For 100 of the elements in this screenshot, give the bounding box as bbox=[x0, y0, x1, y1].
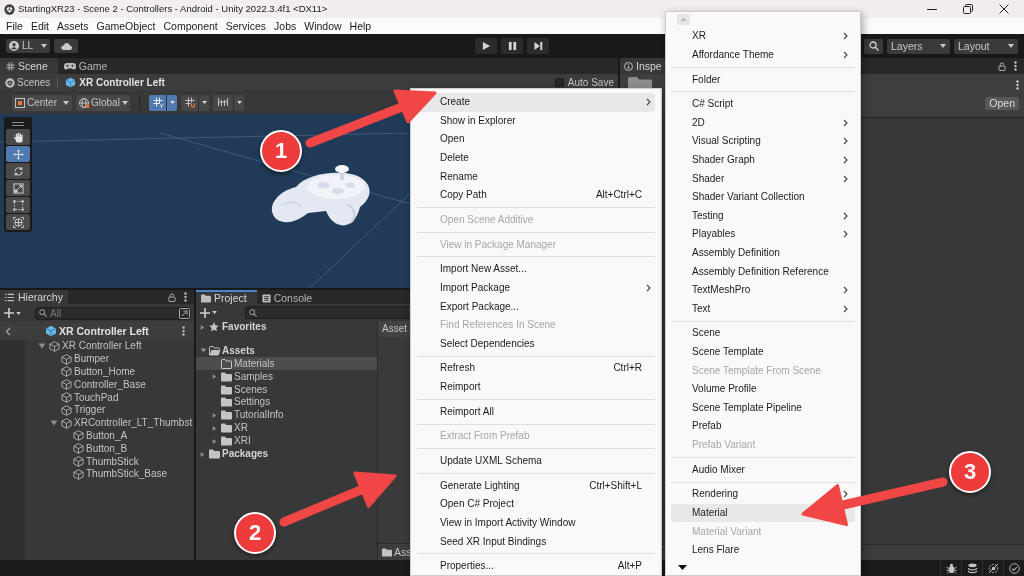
tool-button[interactable] bbox=[6, 197, 30, 213]
menu-item[interactable]: Import Package bbox=[417, 278, 655, 298]
search-button[interactable] bbox=[864, 38, 883, 54]
menu-item[interactable]: Import New Asset... bbox=[417, 260, 655, 279]
check-circle-icon[interactable] bbox=[1008, 562, 1020, 574]
checkbox[interactable] bbox=[554, 78, 564, 87]
tree-item[interactable]: TouchPad bbox=[37, 391, 194, 404]
lock-icon[interactable] bbox=[998, 61, 1006, 71]
drag-handle-icon[interactable] bbox=[12, 121, 24, 126]
expand-arrow-icon[interactable] bbox=[38, 343, 46, 350]
project-tree-item[interactable]: Materials bbox=[196, 357, 377, 371]
menu-item[interactable]: GameObject bbox=[96, 20, 156, 32]
pause-button[interactable] bbox=[501, 38, 523, 54]
menu-item[interactable]: Shader bbox=[671, 169, 855, 188]
cloud-button[interactable] bbox=[54, 39, 78, 53]
dropdown-button[interactable] bbox=[166, 94, 177, 111]
project-tree-item[interactable]: Scenes bbox=[196, 383, 377, 397]
step-button[interactable] bbox=[527, 38, 549, 54]
tree-item[interactable]: Button_Home bbox=[37, 365, 194, 379]
project-tree-item[interactable]: Assets bbox=[196, 344, 377, 358]
menu-item[interactable]: Properties... Alt+P bbox=[417, 556, 655, 576]
project-tree-item[interactable]: Packages bbox=[196, 447, 377, 461]
expand-arrow-icon[interactable] bbox=[200, 323, 205, 331]
toggle-button[interactable] bbox=[149, 94, 166, 111]
project-tree-item[interactable]: Favorites bbox=[196, 321, 377, 334]
space-dropdown[interactable]: Global bbox=[76, 94, 130, 111]
bug-icon[interactable] bbox=[945, 562, 957, 574]
restore-icon[interactable] bbox=[963, 4, 973, 14]
menu-item[interactable]: Shader Variant Collection bbox=[671, 187, 855, 207]
menu-item[interactable]: Seed XR Input Bindings bbox=[417, 532, 655, 551]
menu-item[interactable]: Reimport bbox=[417, 377, 655, 397]
scroll-down-icon[interactable] bbox=[678, 564, 687, 570]
menu-item[interactable]: XR bbox=[671, 27, 855, 46]
menu-item[interactable]: Assets bbox=[57, 20, 89, 32]
expand-arrow-icon[interactable] bbox=[212, 373, 217, 381]
tab[interactable]: Project bbox=[196, 290, 257, 304]
tree-item[interactable]: XRController_LT_Thumbst bbox=[37, 416, 194, 430]
menu-item[interactable]: File bbox=[6, 20, 23, 32]
menu-item[interactable]: Scene Template Pipeline bbox=[671, 398, 855, 418]
tool-button[interactable] bbox=[6, 146, 30, 162]
menu-item[interactable]: Scene bbox=[671, 324, 855, 343]
tool-button[interactable] bbox=[6, 163, 30, 179]
menu-item[interactable]: Shader Graph bbox=[671, 150, 855, 170]
more-icon[interactable] bbox=[1014, 61, 1017, 71]
expand-arrow-icon[interactable] bbox=[212, 411, 217, 419]
close-icon[interactable] bbox=[999, 4, 1009, 14]
menu-item[interactable]: Edit bbox=[30, 20, 49, 32]
menu-item[interactable]: Select Dependencies bbox=[417, 334, 655, 353]
menu-item[interactable]: Jobs bbox=[274, 20, 297, 32]
tree-item[interactable]: Trigger bbox=[37, 404, 194, 417]
slashed-circle-icon[interactable] bbox=[987, 562, 999, 574]
tree-item[interactable]: XR Controller Left bbox=[25, 340, 194, 353]
tree-item[interactable]: ThumbStick_Base bbox=[49, 467, 194, 481]
stack-icon[interactable] bbox=[966, 562, 978, 574]
expand-arrow-icon[interactable] bbox=[200, 348, 207, 354]
menu-item[interactable]: Services bbox=[225, 20, 267, 32]
toggle-button[interactable] bbox=[213, 94, 233, 111]
menu-item[interactable]: Visual Scripting bbox=[671, 132, 855, 151]
tab[interactable]: Console bbox=[256, 290, 323, 304]
menu-item[interactable]: Create bbox=[417, 93, 655, 112]
lock-icon[interactable] bbox=[168, 292, 176, 302]
menu-item[interactable]: Open bbox=[417, 130, 655, 149]
expand-arrow-icon[interactable] bbox=[212, 437, 217, 445]
menu-item[interactable]: Playables bbox=[671, 225, 855, 244]
tree-item[interactable]: ThumbStick bbox=[49, 455, 194, 468]
expand-arrow-icon[interactable] bbox=[212, 424, 217, 432]
back-icon[interactable] bbox=[5, 326, 11, 336]
layout-dropdown[interactable]: Layout bbox=[954, 38, 1018, 54]
arrow-square-icon[interactable] bbox=[179, 307, 190, 319]
menu-item[interactable]: 2D bbox=[671, 113, 855, 133]
tree-item[interactable]: Bumper bbox=[37, 352, 194, 366]
tree-item[interactable]: Button_A bbox=[49, 429, 194, 443]
tab[interactable]: Inspe bbox=[620, 58, 665, 74]
menu-item[interactable]: Reimport All bbox=[417, 402, 655, 421]
menu-item[interactable]: Update UXML Schema bbox=[417, 451, 655, 471]
tool-button[interactable] bbox=[6, 180, 30, 196]
menu-item[interactable]: Testing bbox=[671, 206, 855, 226]
breadcrumb-item[interactable]: Asset bbox=[382, 324, 407, 334]
pivot-dropdown[interactable]: Center bbox=[12, 94, 72, 111]
dropdown-button[interactable] bbox=[233, 94, 244, 111]
menu-item[interactable]: TextMeshPro bbox=[671, 280, 855, 300]
expand-arrow-icon[interactable] bbox=[50, 420, 58, 427]
tab[interactable]: Hierarchy bbox=[0, 290, 68, 304]
menu-item[interactable]: Assembly Definition Reference bbox=[671, 262, 855, 281]
tree-item[interactable]: Controller_Base bbox=[37, 378, 194, 392]
dropdown-button[interactable] bbox=[198, 94, 209, 111]
project-tree-item[interactable]: XRI bbox=[196, 434, 377, 448]
project-tree-item[interactable]: Settings bbox=[196, 396, 377, 409]
menu-item[interactable]: Component bbox=[163, 20, 218, 32]
menu-item[interactable]: View in Import Activity Window bbox=[417, 513, 655, 533]
menu-item[interactable]: Rendering bbox=[671, 485, 855, 504]
search-field[interactable]: All bbox=[35, 306, 191, 320]
add-button[interactable] bbox=[4, 306, 21, 320]
account-dropdown[interactable]: LL bbox=[6, 39, 50, 53]
expand-arrow-icon[interactable] bbox=[200, 450, 205, 458]
menu-item[interactable]: Lens Flare bbox=[671, 540, 855, 560]
play-button[interactable] bbox=[475, 38, 497, 54]
menu-item[interactable]: Export Package... bbox=[417, 297, 655, 316]
add-button[interactable] bbox=[200, 306, 217, 319]
menu-item[interactable]: Copy Path Alt+Ctrl+C bbox=[417, 185, 655, 205]
